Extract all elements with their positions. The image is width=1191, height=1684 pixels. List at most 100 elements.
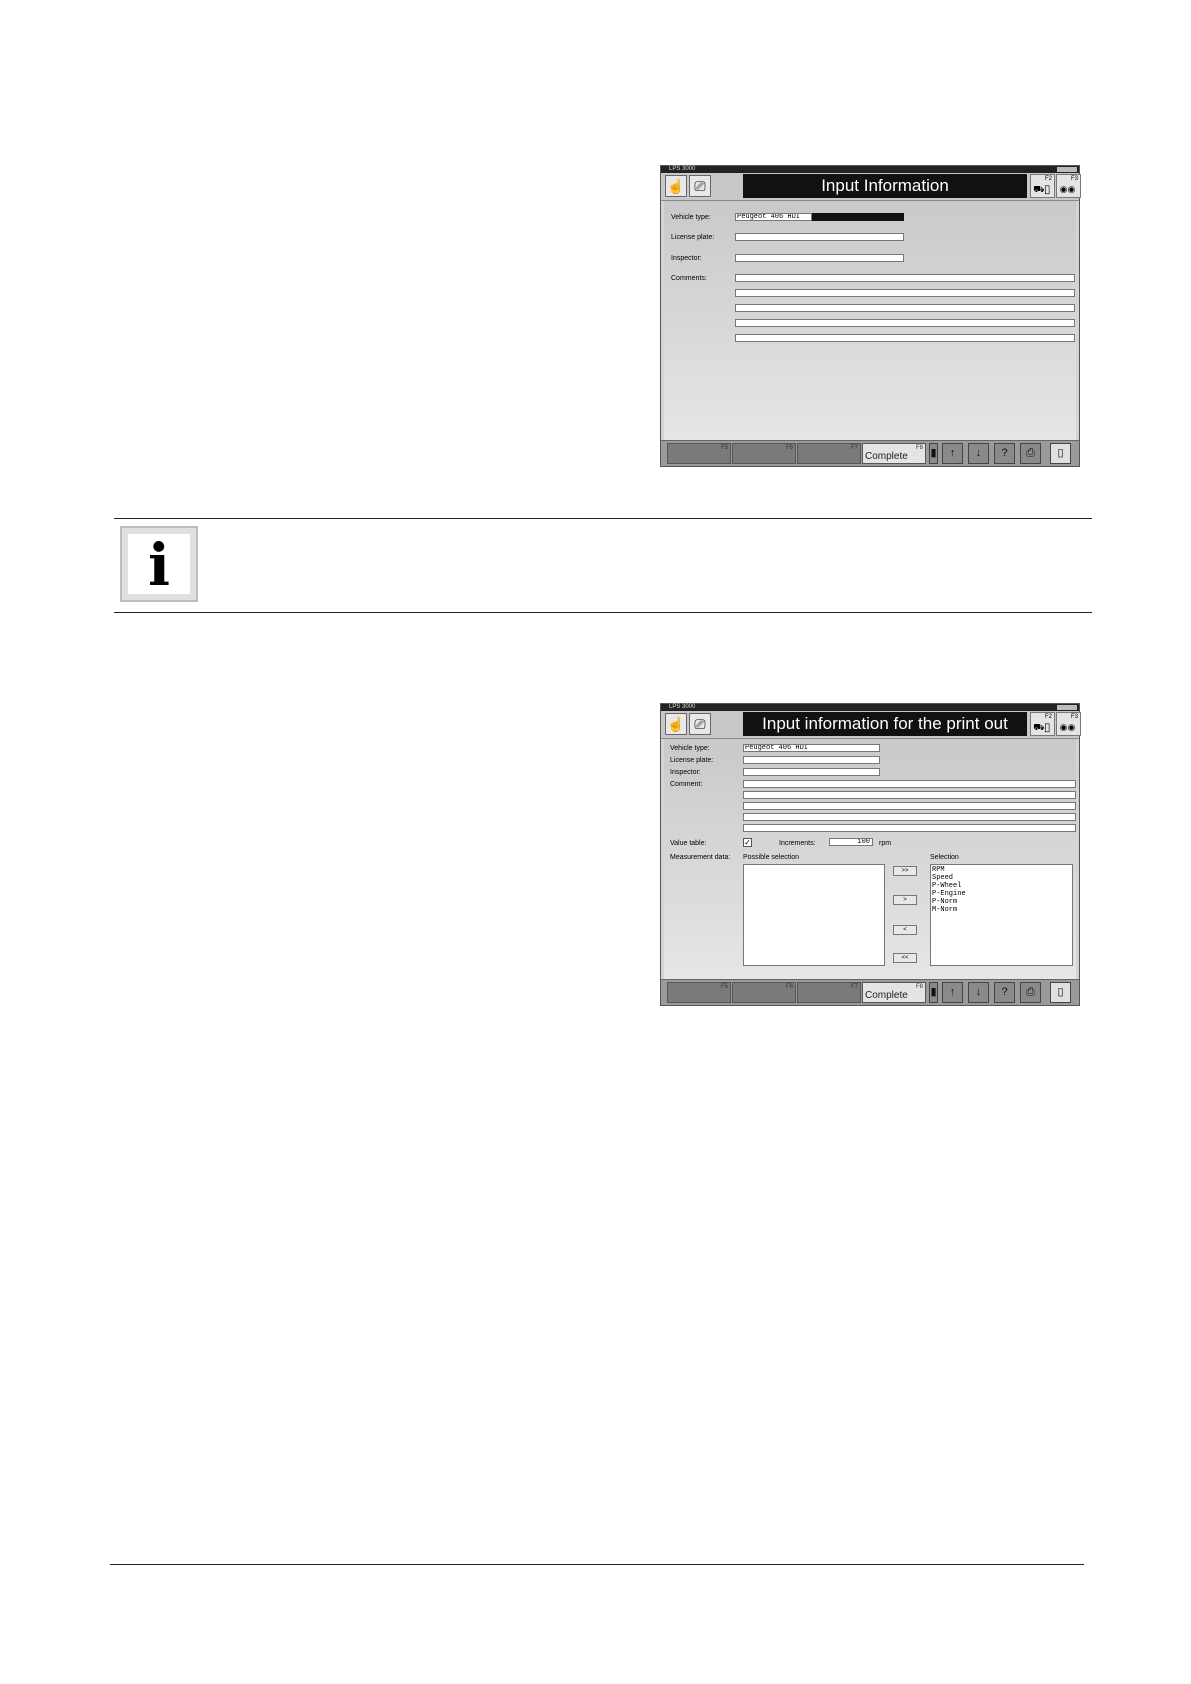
arrow-down-icon[interactable]: ↓ <box>968 443 989 464</box>
info-top-rule <box>114 518 1092 519</box>
increments-field[interactable]: 100 <box>829 838 873 846</box>
f5-key[interactable]: F5 <box>667 443 731 464</box>
toolbar: ☝ ⎚ Input information for the print out … <box>661 711 1081 739</box>
value-table-checkbox[interactable]: ✓ <box>743 838 752 847</box>
arrow-up-icon[interactable]: ↑ <box>942 982 963 1003</box>
engine-icon[interactable]: ⎚ <box>689 713 711 735</box>
list-item[interactable]: M-Norm <box>932 906 1071 914</box>
increments-label: Increments: <box>779 840 816 847</box>
footer-rule <box>110 1564 1084 1565</box>
f3-key[interactable]: F3 ◉◉ <box>1056 712 1081 736</box>
print-icon[interactable]: ⎙ <box>1020 443 1041 464</box>
comment-line-3[interactable] <box>735 304 1075 312</box>
complete-label: Complete <box>865 451 908 462</box>
hand-icon[interactable]: ☝ <box>665 713 687 735</box>
inspector-label: Inspector: <box>671 255 702 262</box>
possible-selection-label: Possible selection <box>743 854 800 861</box>
comment-line-2[interactable] <box>735 289 1075 297</box>
add-button[interactable]: > <box>893 895 917 905</box>
comment-line-4[interactable] <box>735 319 1075 327</box>
list-item[interactable]: P-Norm <box>932 898 1071 906</box>
license-plate-label: License plate: <box>670 757 714 764</box>
license-plate-field[interactable] <box>735 233 904 241</box>
print-icon[interactable]: ⎙ <box>1020 982 1041 1003</box>
f7-key[interactable]: F7 <box>797 982 861 1003</box>
info-glyph: i <box>147 531 171 599</box>
f2-key[interactable]: F2 ⛟▯ <box>1030 712 1055 736</box>
truck-icon: ⛟▯ <box>1033 722 1050 732</box>
complete-button[interactable]: F8 Complete <box>862 443 926 464</box>
window-title: LPS 3000 <box>669 166 696 172</box>
comment-line-1[interactable] <box>735 274 1075 282</box>
comment-line-2[interactable] <box>743 791 1076 799</box>
info-icon: i <box>120 526 198 602</box>
comment-line-5[interactable] <box>743 824 1076 832</box>
list-item[interactable]: RPM <box>932 866 1071 874</box>
arrow-down-icon[interactable]: ↓ <box>968 982 989 1003</box>
inspector-label: Inspector: <box>670 769 701 776</box>
screen-header: Input Information <box>743 174 1027 198</box>
add-all-button[interactable]: >> <box>893 866 917 876</box>
slider-icon[interactable]: ▮ <box>929 443 938 464</box>
list-item[interactable]: P-Wheel <box>932 882 1071 890</box>
comment-line-5[interactable] <box>735 334 1075 342</box>
exit-icon[interactable]: ▯ <box>1050 443 1071 464</box>
f6-key[interactable]: F6 <box>732 443 796 464</box>
f2-key-label: F2 <box>1044 714 1052 720</box>
f5-key[interactable]: F5 <box>667 982 731 1003</box>
selection-list[interactable]: RPM Speed P-Wheel P-Engine P-Norm M-Norm <box>930 864 1073 966</box>
complete-label: Complete <box>865 990 908 1001</box>
form-area: Vehicle type: Peugeot 406 HDI License pl… <box>664 201 1076 440</box>
form-area: Vehicle type: Peugeot 406 HDI License pl… <box>664 739 1076 979</box>
f2-key[interactable]: F2 ⛟▯ <box>1030 174 1055 198</box>
f3-key[interactable]: F3 ◉◉ <box>1056 174 1081 198</box>
license-plate-label: License plate: <box>671 234 715 241</box>
remove-button[interactable]: < <box>893 925 917 935</box>
f3-key-label: F3 <box>1070 176 1078 182</box>
f6-key[interactable]: F6 <box>732 982 796 1003</box>
vehicle-type-label: Vehicle type: <box>670 745 710 752</box>
remove-all-button[interactable]: << <box>893 953 917 963</box>
window-titlebar: LPS 3000 <box>661 166 1079 173</box>
complete-key-label: F8 <box>915 984 923 990</box>
dyno-icon: ◉◉ <box>1059 722 1076 732</box>
vehicle-type-field[interactable]: Peugeot 406 HDI <box>735 213 812 221</box>
comment-line-4[interactable] <box>743 813 1076 821</box>
inspector-field[interactable] <box>743 768 880 776</box>
slider-icon[interactable]: ▮ <box>929 982 938 1003</box>
f2-key-label: F2 <box>1044 176 1052 182</box>
comment-line-3[interactable] <box>743 802 1076 810</box>
truck-icon: ⛟▯ <box>1033 184 1050 194</box>
hand-icon[interactable]: ☝ <box>665 175 687 197</box>
inspector-field[interactable] <box>735 254 904 262</box>
f3-key-label: F3 <box>1070 714 1078 720</box>
function-key-bar: F5 F6 F7 F8 Complete ▮ ↑ ↓ ? ⎙ ▯ <box>661 440 1079 466</box>
comment-line-1[interactable] <box>743 780 1076 788</box>
window-controls[interactable] <box>1057 705 1077 710</box>
license-plate-field[interactable] <box>743 756 880 764</box>
comment-label: Comment: <box>670 781 703 788</box>
check-icon: ✓ <box>744 838 751 847</box>
exit-icon[interactable]: ▯ <box>1050 982 1071 1003</box>
info-bottom-rule <box>114 612 1092 613</box>
screen-header: Input information for the print out <box>743 712 1027 736</box>
toolbar: ☝ ⎚ Input Information F2 ⛟▯ F3 ◉◉ <box>661 173 1081 201</box>
measurement-data-label: Measurement data: <box>670 854 731 861</box>
engine-icon[interactable]: ⎚ <box>689 175 711 197</box>
print-out-window: LPS 3000 ☝ ⎚ Input information for the p… <box>660 703 1081 1006</box>
dyno-icon: ◉◉ <box>1059 184 1076 194</box>
value-table-label: Value table: <box>670 840 707 847</box>
help-icon[interactable]: ? <box>994 982 1015 1003</box>
possible-selection-list[interactable] <box>743 864 885 966</box>
f7-key[interactable]: F7 <box>797 443 861 464</box>
list-item[interactable]: P-Engine <box>932 890 1071 898</box>
arrow-up-icon[interactable]: ↑ <box>942 443 963 464</box>
vehicle-type-label: Vehicle type: <box>671 214 711 221</box>
vehicle-type-field[interactable]: Peugeot 406 HDI <box>743 744 880 752</box>
window-controls[interactable] <box>1057 167 1077 172</box>
increments-unit: rpm <box>879 840 892 847</box>
list-item[interactable]: Speed <box>932 874 1071 882</box>
complete-button[interactable]: F8 Complete <box>862 982 926 1003</box>
help-icon[interactable]: ? <box>994 443 1015 464</box>
info-icon-frame: i <box>128 531 190 599</box>
